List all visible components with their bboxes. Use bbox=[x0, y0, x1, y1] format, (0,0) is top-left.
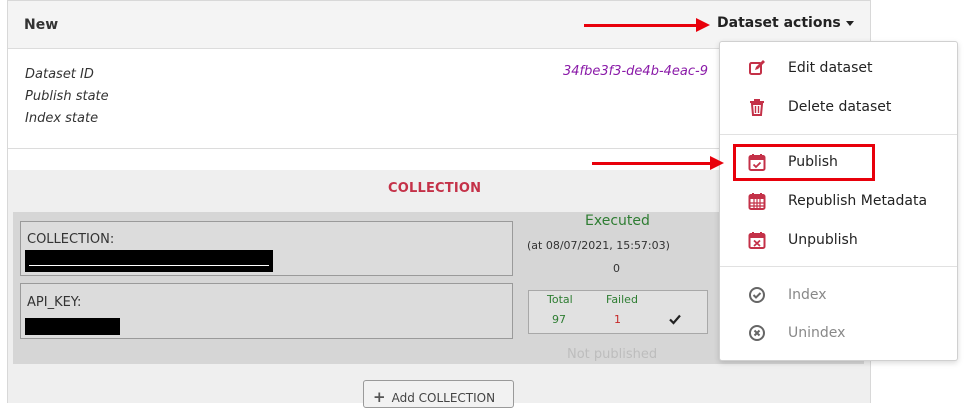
redacted-api-key-value bbox=[25, 318, 120, 335]
menu-item-unindex[interactable]: Unindex bbox=[720, 314, 957, 352]
trash-icon bbox=[750, 99, 764, 116]
execution-count: 0 bbox=[613, 262, 620, 275]
edit-icon bbox=[749, 60, 765, 75]
redacted-collection-value bbox=[25, 250, 273, 272]
menu-divider bbox=[720, 266, 957, 267]
api-key-field-label: API_KEY: bbox=[27, 295, 82, 310]
collection-field-label: COLLECTION: bbox=[27, 232, 115, 247]
annotation-arrow-head-icon bbox=[710, 156, 724, 170]
dataset-actions-label: Dataset actions bbox=[717, 15, 841, 31]
plus-icon: + bbox=[373, 388, 386, 406]
stats-total-label: Total bbox=[547, 293, 573, 306]
annotation-arrow-line bbox=[592, 162, 712, 165]
annotation-arrow-head-icon bbox=[696, 18, 710, 32]
menu-divider bbox=[720, 134, 957, 135]
publish-status-text: Not published bbox=[567, 347, 658, 362]
dataset-actions-toggle[interactable]: Dataset actions bbox=[717, 15, 854, 31]
menu-item-label: Delete dataset bbox=[788, 99, 892, 115]
calendar-grid-icon bbox=[748, 193, 766, 210]
execution-timestamp: (at 08/07/2021, 15:57:03) bbox=[527, 239, 670, 252]
circle-check-icon bbox=[749, 287, 765, 303]
check-icon bbox=[669, 314, 681, 325]
label-dataset-id: Dataset ID bbox=[25, 67, 94, 82]
menu-item-label: Republish Metadata bbox=[788, 193, 928, 209]
card-title: New bbox=[24, 17, 59, 33]
annotation-arrow-line bbox=[584, 24, 698, 27]
menu-item-unpublish[interactable]: Unpublish bbox=[720, 221, 957, 259]
menu-item-edit-dataset[interactable]: Edit dataset bbox=[720, 49, 957, 87]
menu-item-delete-dataset[interactable]: Delete dataset bbox=[720, 88, 957, 126]
calendar-x-icon bbox=[748, 232, 766, 249]
menu-item-label: Unpublish bbox=[788, 232, 858, 248]
menu-item-label: Edit dataset bbox=[788, 60, 873, 76]
caret-down-icon bbox=[845, 20, 854, 26]
circle-x-icon bbox=[749, 325, 765, 341]
stats-total-value: 97 bbox=[552, 313, 566, 326]
stats-failed-label: Failed bbox=[606, 293, 638, 306]
add-collection-button[interactable]: + Add COLLECTION bbox=[363, 380, 514, 408]
menu-item-label: Index bbox=[788, 287, 827, 303]
execution-status: Executed bbox=[585, 213, 650, 229]
dataset-id-value: 34fbe3f3-de4b-4eac-9 bbox=[563, 64, 708, 79]
collection-section-title: COLLECTION bbox=[388, 181, 482, 196]
publish-highlight-box bbox=[733, 144, 875, 181]
label-index-state: Index state bbox=[25, 111, 99, 126]
stats-failed-value: 1 bbox=[614, 313, 621, 326]
menu-item-index[interactable]: Index bbox=[720, 276, 957, 314]
label-publish-state: Publish state bbox=[25, 89, 109, 104]
dataset-info-labels: Dataset ID Publish state Index state bbox=[25, 64, 109, 130]
menu-item-republish-metadata[interactable]: Republish Metadata bbox=[720, 182, 957, 220]
menu-item-label: Unindex bbox=[788, 325, 846, 341]
